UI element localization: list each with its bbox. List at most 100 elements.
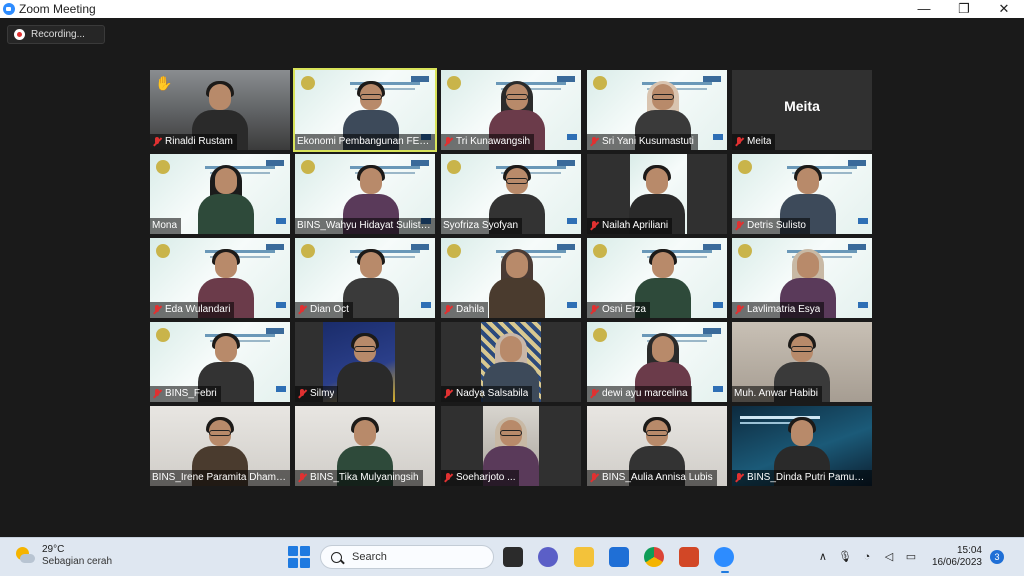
- meeting-stage: Recording... ✋ Rinaldi Rustam Ekonomi Pemb…: [0, 18, 1024, 537]
- participant-name-tag: Rinaldi Rustam: [150, 134, 237, 150]
- mail-icon[interactable]: [609, 547, 629, 567]
- participant-name: dewi ayu marcelina: [602, 388, 688, 399]
- teams-chat-icon[interactable]: [538, 547, 558, 567]
- recording-indicator[interactable]: Recording...: [7, 25, 105, 44]
- participant-name: BINS_Tika Mulyaningsih: [310, 472, 419, 483]
- participant-name-tag: BINS_Dinda Putri Pamun...: [732, 470, 872, 486]
- participant-name-tag: Lavlimatria Esya: [732, 302, 825, 318]
- participant-name: BINS_Febri: [165, 388, 217, 399]
- participant-name: Eda Wulandari: [165, 304, 231, 315]
- participant-name-tag: Ekonomi Pembangunan FEB ...: [295, 134, 435, 150]
- muted-mic-icon: [152, 305, 162, 315]
- participant-tile[interactable]: BINS_Dinda Putri Pamun...: [732, 406, 872, 486]
- notification-badge[interactable]: 3: [990, 550, 1004, 564]
- participant-tile[interactable]: Dahila: [441, 238, 581, 318]
- participant-tile[interactable]: BINS_Wahyu Hidayat Sulisty...: [295, 154, 435, 234]
- task-view-icon[interactable]: [503, 547, 523, 567]
- clock-date: 16/06/2023: [931, 557, 982, 568]
- window-title: Zoom Meeting: [19, 2, 96, 16]
- participant-tile[interactable]: Soeharjoto ...: [441, 406, 581, 486]
- participant-name: Rinaldi Rustam: [165, 136, 233, 147]
- participant-name: Ekonomi Pembangunan FEB ...: [297, 136, 431, 147]
- wifi-icon[interactable]: ◔: [859, 549, 875, 565]
- powerpoint-icon[interactable]: [679, 547, 699, 567]
- system-tray: ∧ 🎙 ◔ ◁ ▭ 15:04 16/06/2023 3: [812, 543, 1004, 571]
- participant-name: BINS_Irene Paramita Dhama...: [152, 472, 286, 483]
- participant-tile[interactable]: Osni Erza: [587, 238, 727, 318]
- participant-name-tag: BINS_Febri: [150, 386, 221, 402]
- participant-name-tag: Muh. Anwar Habibi: [732, 386, 822, 402]
- participant-name: Dian Oct: [310, 304, 349, 315]
- weather-description: Sebagian cerah: [42, 556, 113, 567]
- muted-mic-icon: [443, 473, 453, 483]
- weather-temperature: 29°C: [42, 544, 65, 555]
- muted-mic-icon: [734, 305, 744, 315]
- muted-mic-icon: [589, 221, 599, 231]
- zoom-taskbar-icon[interactable]: [714, 547, 734, 573]
- participant-name: Syofriza Syofyan: [443, 220, 519, 231]
- muted-mic-icon: [443, 137, 453, 147]
- participant-tile[interactable]: BINS_Irene Paramita Dhama...: [150, 406, 290, 486]
- muted-mic-icon: [443, 305, 453, 315]
- participant-tile[interactable]: Meita Meita: [732, 70, 872, 150]
- start-button[interactable]: [288, 546, 310, 568]
- participant-name: Muh. Anwar Habibi: [734, 388, 818, 399]
- participant-name-tag: Dahila: [441, 302, 489, 318]
- file-explorer-icon[interactable]: [574, 547, 594, 567]
- participant-tile[interactable]: Nadya Salsabila: [441, 322, 581, 402]
- participant-name: Dahila: [456, 304, 485, 315]
- participant-name: Soeharjoto ...: [456, 472, 516, 483]
- microphone-icon[interactable]: 🎙: [837, 549, 853, 565]
- participant-tile[interactable]: Nailah Apriliani: [587, 154, 727, 234]
- participant-name: Nadya Salsabila: [456, 388, 529, 399]
- volume-icon[interactable]: ◁: [881, 549, 897, 565]
- participant-name: Silmy: [310, 388, 335, 399]
- participant-name: Meita: [747, 136, 772, 147]
- partly-cloudy-icon: [14, 545, 36, 567]
- muted-mic-icon: [297, 473, 307, 483]
- weather-widget[interactable]: 29°C Sebagian cerah: [14, 544, 112, 568]
- recording-label: Recording...: [31, 29, 85, 40]
- participant-video: [489, 249, 545, 318]
- participant-tile[interactable]: Sri Yani Kusumastuti: [587, 70, 727, 150]
- show-hidden-icons-icon[interactable]: ∧: [815, 549, 831, 565]
- close-button[interactable]: ✕: [984, 0, 1024, 18]
- participant-video: [198, 165, 254, 234]
- muted-mic-icon: [734, 221, 744, 231]
- participant-name-tag: BINS_Wahyu Hidayat Sulisty...: [295, 218, 435, 234]
- participant-name: Osni Erza: [602, 304, 646, 315]
- participant-tile[interactable]: Mona: [150, 154, 290, 234]
- participant-name-tag: BINS_Aulia Annisa Lubis: [587, 470, 717, 486]
- participant-display-name: Meita: [784, 98, 820, 114]
- muted-mic-icon: [589, 137, 599, 147]
- participant-name-tag: Nadya Salsabila: [441, 386, 533, 402]
- participant-tile[interactable]: dewi ayu marcelina: [587, 322, 727, 402]
- muted-mic-icon: [589, 473, 599, 483]
- participant-tile[interactable]: Tri Kunawangsih: [441, 70, 581, 150]
- participant-name: BINS_Dinda Putri Pamun...: [747, 472, 868, 483]
- minimize-button[interactable]: —: [904, 0, 944, 18]
- participant-tile[interactable]: BINS_Tika Mulyaningsih: [295, 406, 435, 486]
- taskbar-search[interactable]: Search: [320, 545, 494, 569]
- muted-mic-icon: [589, 389, 599, 399]
- clock[interactable]: 15:04 16/06/2023: [932, 545, 982, 569]
- participant-tile[interactable]: Ekonomi Pembangunan FEB ...: [293, 68, 437, 152]
- restore-button[interactable]: ❐: [944, 0, 984, 18]
- chrome-icon[interactable]: [644, 547, 664, 567]
- participant-tile[interactable]: Dian Oct: [295, 238, 435, 318]
- participant-tile[interactable]: Syofriza Syofyan: [441, 154, 581, 234]
- participant-tile[interactable]: Silmy: [295, 322, 435, 402]
- muted-mic-icon: [443, 389, 453, 399]
- participant-tile[interactable]: BINS_Aulia Annisa Lubis: [587, 406, 727, 486]
- participant-tile[interactable]: Detris Sulisto: [732, 154, 872, 234]
- participant-video: [337, 333, 393, 402]
- battery-icon[interactable]: ▭: [903, 549, 919, 565]
- participant-tile[interactable]: Lavlimatria Esya: [732, 238, 872, 318]
- participant-tile[interactable]: Eda Wulandari: [150, 238, 290, 318]
- search-placeholder: Search: [352, 551, 387, 563]
- participant-tile[interactable]: Muh. Anwar Habibi: [732, 322, 872, 402]
- participant-tile[interactable]: BINS_Febri: [150, 322, 290, 402]
- participant-name-tag: Osni Erza: [587, 302, 650, 318]
- participant-name-tag: Detris Sulisto: [732, 218, 810, 234]
- participant-tile[interactable]: ✋ Rinaldi Rustam: [150, 70, 290, 150]
